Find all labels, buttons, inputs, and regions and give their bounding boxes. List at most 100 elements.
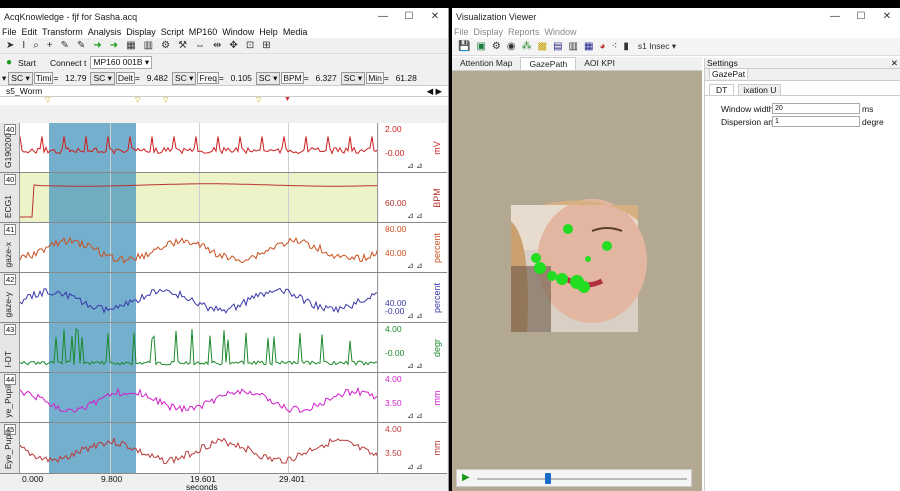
settings-icon[interactable]: ⊞ [262,40,270,51]
menu-file[interactable]: File [454,27,469,37]
playback-slider-thumb[interactable] [545,473,551,484]
forward-arrow-icon[interactable]: ➜ [93,40,101,51]
pencil-tool-icon[interactable]: ✎ [61,40,69,51]
menu-help[interactable]: Help [259,27,278,37]
close-icon[interactable]: ✕ [891,58,898,69]
channel-label[interactable]: 45 Eye_Pupil [0,423,20,473]
menu-reports[interactable]: Reports [508,27,540,37]
event-marker-icon[interactable]: ▽ [256,96,261,104]
measure-dropdown-icon[interactable]: ▾ [2,73,6,84]
menu-window[interactable]: Window [222,27,254,37]
crosshair-tool-icon[interactable]: + [47,40,53,51]
measure-3-type[interactable]: Freq [197,72,219,84]
menu-display[interactable]: Display [126,27,156,37]
channel-label[interactable]: 42 gaze-y [0,273,20,322]
channel-plot[interactable] [20,423,378,473]
channel-label[interactable]: 41 gaze-x [0,223,20,272]
channel-label[interactable]: 44 ye_Pupil [0,373,20,422]
settings-section-label[interactable]: GazePat [709,68,749,79]
measure-3-channel[interactable]: SC ▾ [171,71,197,85]
zoom-fit-icon[interactable]: ✥ [229,40,237,51]
event-marker-icon[interactable]: ▽ [163,96,168,104]
spectrum-icon[interactable]: ▤ [553,41,562,52]
adjust-icon[interactable]: ⇔ [195,40,205,51]
zoom-out-icon[interactable]: ⊡ [246,40,254,51]
channel-scale[interactable]: 2.00 -0.00 ⊿ ⊿ [379,123,429,172]
event-marker-icon[interactable]: ▼ [284,96,291,103]
start-button[interactable]: Start [18,58,36,68]
window-width-input[interactable]: 20 [772,103,860,114]
dots-icon[interactable]: ⁖ [611,41,617,52]
dispersion-input[interactable]: 1 [772,116,860,127]
menu-file[interactable]: File [2,27,17,37]
tab-dt[interactable]: DT [709,84,735,95]
channel-plot[interactable] [20,373,378,422]
network-icon[interactable]: ⁂ [522,41,532,52]
channel-plot[interactable] [20,273,378,322]
gear-icon[interactable]: ⚙ [492,41,501,52]
back-arrow-icon[interactable]: ➜ [110,40,118,51]
event-marker-icon[interactable]: ▽ [45,96,50,104]
menu-media[interactable]: Media [283,27,308,37]
marker-nav-icon[interactable]: ◀ ▶ [427,86,442,97]
measure-5-type[interactable]: Min [366,72,384,84]
heatmap-icon[interactable]: ▩ [538,41,547,52]
playback-track[interactable] [477,478,687,480]
menu-mp160[interactable]: MP160 [189,27,218,37]
menu-transform[interactable]: Transform [42,27,83,37]
device-select[interactable]: MP160 001B ▾ [90,56,153,69]
autoscale-icon[interactable]: ⊿ ⊿ [407,311,423,320]
close-button[interactable]: ✕ [422,11,448,22]
menu-window[interactable]: Window [545,27,577,37]
maximize-button[interactable]: ☐ [848,11,874,22]
pencil2-tool-icon[interactable]: ✎ [77,40,85,51]
marker-label[interactable]: s5_Worm [6,86,42,96]
start-icon[interactable]: ● [6,57,12,68]
ibeam-tool-icon[interactable]: I [22,40,25,51]
channel-scale[interactable]: 40.00 -0.00 ⊿ ⊿ [379,273,429,322]
channel-scale[interactable]: 80.00 40.00 ⊿ ⊿ [379,223,429,272]
autoscale-icon[interactable]: ⊿ ⊿ [407,211,423,220]
scene-select[interactable]: s1 Insec ▾ [635,41,679,52]
channel-label[interactable]: 43 I-DT [0,323,20,372]
play-icon[interactable]: ▶ [462,472,470,483]
autoscale-icon[interactable]: ⊿ ⊿ [407,161,423,170]
event-marker-icon[interactable]: ▽ [135,96,140,104]
tab-fixation[interactable]: ixation U [738,84,782,95]
pie-icon[interactable]: ◕ [599,41,605,52]
bars-icon[interactable]: ▥ [144,40,153,51]
channel-plot[interactable] [20,123,378,172]
minimize-button[interactable]: — [370,11,396,22]
grid-icon[interactable]: ▦ [584,41,593,52]
channel-scale[interactable]: 60.00 ⊿ ⊿ [379,173,429,222]
channel-label[interactable]: 40 ECG1 [0,173,20,222]
tab-gazepath[interactable]: GazePath [520,57,577,70]
channel-plot[interactable] [20,223,378,272]
autoscale-icon[interactable]: ⊿ ⊿ [407,462,423,471]
menu-display[interactable]: Display [474,27,504,37]
save-icon[interactable]: 💾 [458,41,470,52]
channel-scale[interactable]: 4.00 3.50 ⊿ ⊿ [379,373,429,422]
zoom-tool-icon[interactable]: ⌕ [33,40,39,51]
tab-aoi-kpi[interactable]: AOI KPI [576,57,623,70]
close-button[interactable]: ✕ [874,11,900,22]
marker-bar[interactable]: ▽ ▽ ▽ ▽ ▼ [0,96,448,105]
layers-icon[interactable]: ▥ [569,41,578,52]
menu-analysis[interactable]: Analysis [88,27,122,37]
measure-4-channel[interactable]: SC ▾ [255,71,281,85]
menu-edit[interactable]: Edit [22,27,38,37]
measure-1-type[interactable]: Timi [33,72,54,84]
channel-label[interactable]: 40 G190200 [0,123,20,172]
channel-scale[interactable]: 4.00 -0.00 ⊿ ⊿ [379,323,429,372]
tab-attention-map[interactable]: Attention Map [452,57,520,70]
measure-2-type[interactable]: Delt [115,72,136,84]
channel-plot[interactable] [20,323,378,372]
wrench-icon[interactable]: ⚒ [178,40,187,51]
autoscale-icon[interactable]: ⊿ ⊿ [407,411,423,420]
minimize-button[interactable]: — [822,11,848,22]
measure-5-channel[interactable]: SC ▾ [340,71,366,85]
target-icon[interactable]: ◉ [507,41,516,52]
measure-1-channel[interactable]: SC ▾ [8,71,33,85]
adjust2-icon[interactable]: ⇹ [213,40,221,51]
excel-icon[interactable]: ▣ [476,41,485,52]
